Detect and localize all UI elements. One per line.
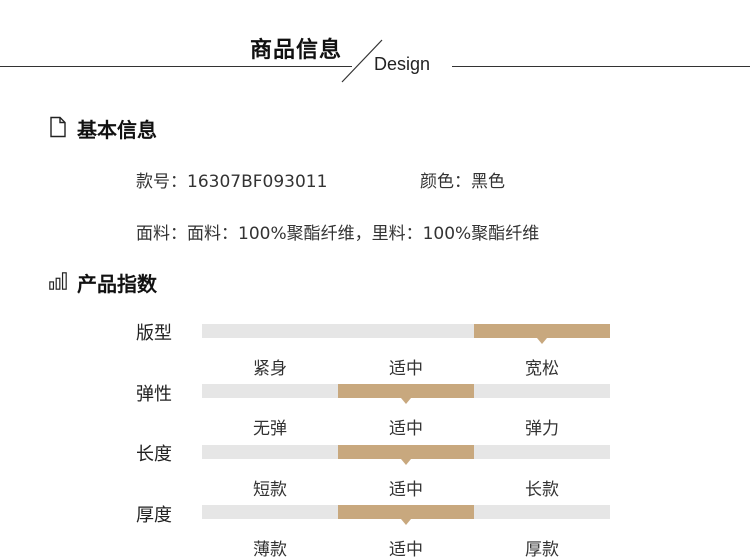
index-track-elasticity: [202, 384, 610, 404]
option-long: 长款: [525, 480, 559, 500]
index-track-length: [202, 445, 610, 465]
item-number: 款号：16307BF093011: [136, 172, 328, 192]
option-medium-fit: 适中: [389, 359, 423, 379]
index-label-thickness: 厚度: [136, 505, 172, 526]
item-fabric: 面料：面料：100%聚酯纤维，里料：100%聚酯纤维: [136, 224, 540, 244]
option-short: 短款: [253, 480, 287, 500]
index-track-thickness: [202, 505, 610, 525]
document-icon: [50, 116, 66, 138]
option-no-stretch: 无弹: [253, 419, 287, 439]
product-index-title: 产品指数: [77, 272, 157, 296]
index-selected-length: [338, 445, 474, 465]
option-thin: 薄款: [253, 540, 287, 560]
index-marker-fit: [537, 338, 547, 344]
option-thick: 厚款: [525, 540, 559, 560]
index-selected-fit: [474, 324, 610, 344]
index-marker-thickness: [401, 519, 411, 525]
index-label-elasticity: 弹性: [136, 384, 172, 405]
option-medium-thickness: 适中: [389, 540, 423, 560]
bar-chart-icon: [49, 272, 67, 290]
index-label-fit: 版型: [136, 323, 172, 344]
option-medium-length: 适中: [389, 480, 423, 500]
index-label-length: 长度: [136, 444, 172, 465]
option-medium-stretch: 适中: [389, 419, 423, 439]
header-rule-left: [0, 66, 352, 67]
page-subtitle: Design: [374, 54, 431, 74]
option-stretch: 弹力: [525, 419, 559, 439]
index-selected-elasticity: [338, 384, 474, 404]
item-color: 颜色：黑色: [420, 172, 505, 192]
index-marker-elasticity: [401, 398, 411, 404]
index-selected-thickness: [338, 505, 474, 525]
page-title: 商品信息: [250, 38, 343, 63]
option-tight: 紧身: [253, 359, 287, 379]
option-loose: 宽松: [525, 359, 559, 379]
basic-info-title: 基本信息: [77, 118, 157, 142]
index-track-fit: [202, 324, 610, 344]
index-marker-length: [401, 459, 411, 465]
header-rule-right: [452, 66, 750, 67]
